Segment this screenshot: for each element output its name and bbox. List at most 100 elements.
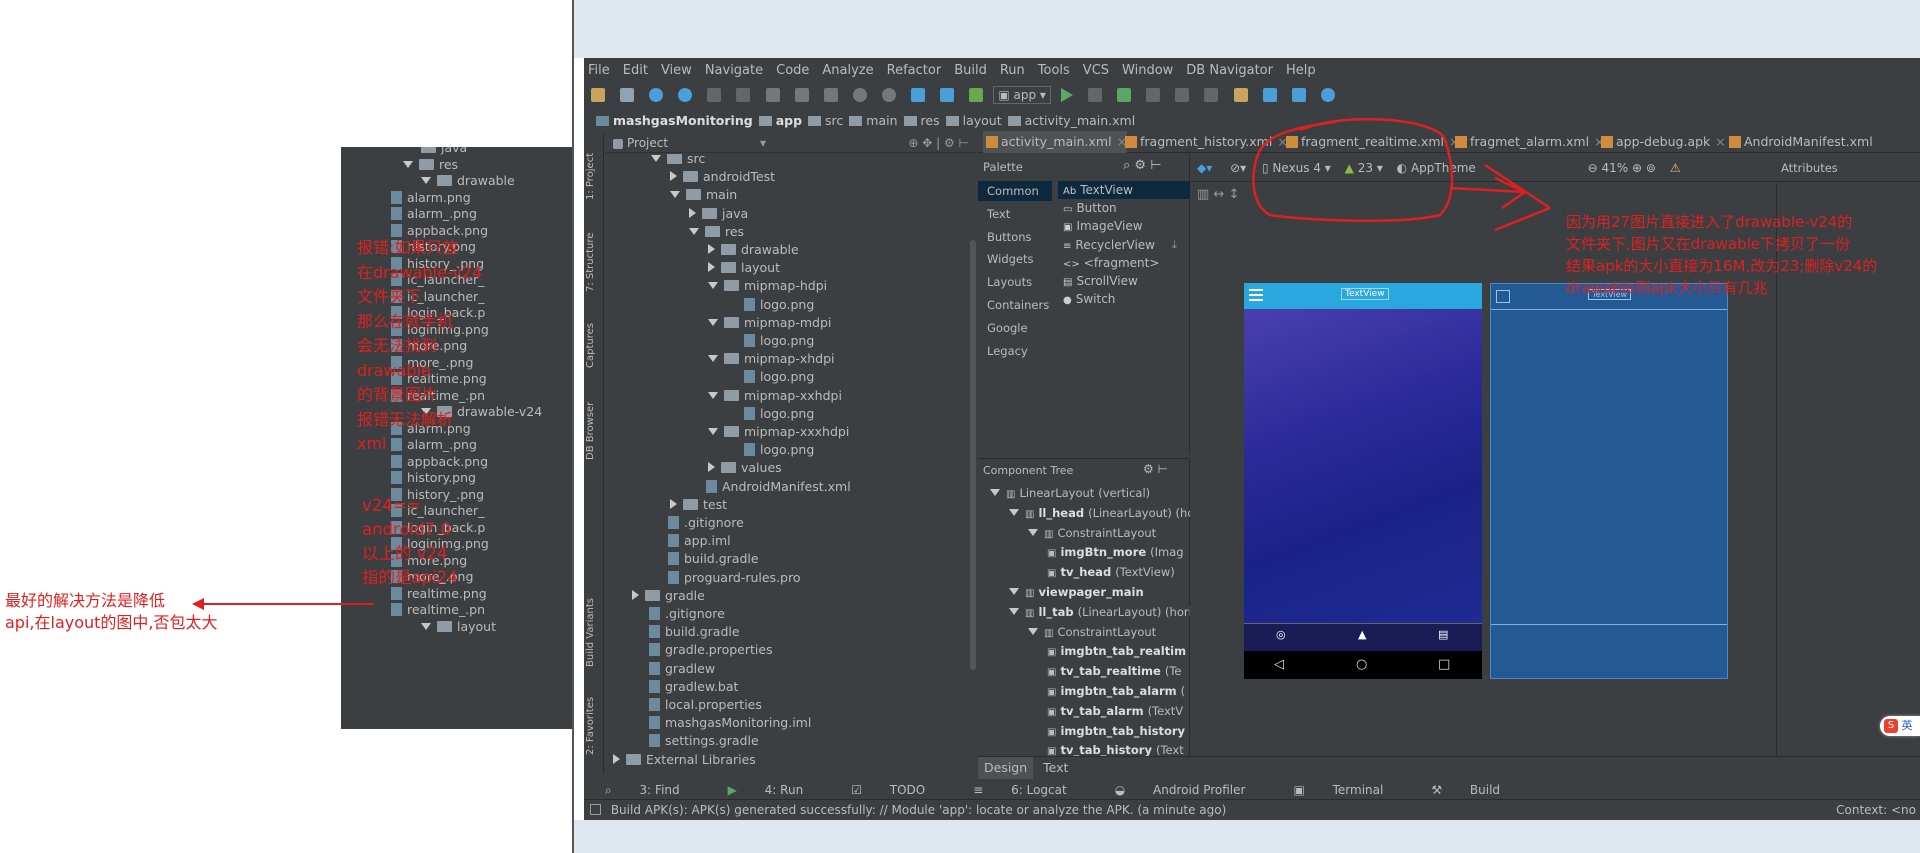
project-tree-item[interactable]: build.gradle <box>651 550 759 568</box>
collapse-arrow-icon[interactable] <box>708 244 715 254</box>
expand-arrow-icon[interactable] <box>708 428 718 435</box>
apply-changes-icon[interactable] <box>1088 87 1103 102</box>
project-tree-item[interactable]: gradle <box>632 587 705 605</box>
bottom-tool[interactable]: ☑ TODO <box>851 783 949 797</box>
component-tree-item[interactable]: ▣ tv_tab_realtime (Te <box>1047 662 1181 682</box>
project-tree-item[interactable]: layout <box>708 259 780 277</box>
palette-widget[interactable]: ≡ RecyclerView <box>1058 236 1190 254</box>
breadcrumb-item[interactable]: app <box>776 113 802 128</box>
side-tool-project[interactable]: 1: Project <box>585 140 605 200</box>
project-tree-item[interactable]: test <box>670 496 727 514</box>
menu-analyze[interactable]: Analyze <box>822 63 873 78</box>
palette-category[interactable]: Containers <box>978 295 1052 315</box>
project-scrollbar[interactable] <box>970 240 976 670</box>
undo-icon[interactable] <box>707 87 722 102</box>
copy-icon[interactable] <box>794 87 809 102</box>
bottom-tool[interactable]: ⚒ Build <box>1431 783 1524 797</box>
project-tree-item[interactable]: logo.png <box>727 405 814 423</box>
expand-arrow-icon[interactable] <box>708 318 718 326</box>
palette-download-icon[interactable]: ⤓ <box>1172 238 1177 252</box>
component-tree-item[interactable]: ▣ tv_head (TextView) <box>1047 563 1175 583</box>
project-tree-item[interactable]: mipmap-xxhdpi <box>708 387 842 405</box>
side-tool-structure[interactable]: 7: Structure <box>585 222 605 292</box>
expand-arrow-icon[interactable] <box>708 391 718 399</box>
cut-icon[interactable] <box>765 87 780 102</box>
build-hammer-icon[interactable] <box>969 87 984 102</box>
project-tree-item[interactable]: logo.png <box>727 332 814 350</box>
palette-widget[interactable]: Ab TextView <box>1058 181 1190 199</box>
palette-category[interactable]: Widgets <box>978 249 1052 269</box>
nav-home-icon[interactable]: ○ <box>1356 651 1367 679</box>
collapse-arrow-icon[interactable] <box>670 171 677 182</box>
expand-arrow-icon[interactable] <box>421 622 431 630</box>
project-tree-item[interactable]: app.iml <box>651 532 731 550</box>
tab-alarm-icon[interactable]: ▲ <box>1358 628 1366 641</box>
component-tree-item[interactable]: ▥ ConstraintLayout <box>1028 623 1156 643</box>
project-view-dropdown[interactable]: ▾ <box>760 133 766 153</box>
project-tree-item[interactable]: local.properties <box>632 696 762 714</box>
project-pane-settings-icon[interactable]: ⊕ ✥ | ⚙ ⊢ <box>908 133 969 153</box>
project-tree-item[interactable]: mipmap-xhdpi <box>708 350 835 368</box>
project-tree-item[interactable]: drawable <box>708 241 799 259</box>
left-tree-item[interactable]: alarm_.png <box>391 205 477 223</box>
redo-icon[interactable] <box>736 87 751 102</box>
status-toggle-icon[interactable] <box>590 804 601 815</box>
expand-arrow-icon[interactable] <box>990 489 1000 496</box>
project-tree-item[interactable]: main <box>670 186 737 204</box>
side-tool-favorites[interactable]: 2: Favorites <box>585 695 605 755</box>
project-tree-item[interactable]: logo.png <box>727 368 814 386</box>
palette-widget[interactable]: ● Switch <box>1058 290 1190 308</box>
profile-icon[interactable] <box>1146 87 1161 102</box>
refresh-icon[interactable] <box>678 87 693 102</box>
editor-tab[interactable]: AndroidManifest.xml <box>1726 131 1873 153</box>
left-tree-item[interactable]: realtime_.pn <box>391 601 485 619</box>
project-tree-item[interactable]: .gitignore <box>632 605 725 623</box>
expand-arrow-icon[interactable] <box>708 355 718 363</box>
breadcrumb-item[interactable]: main <box>866 113 897 128</box>
project-tree-item[interactable]: java <box>689 205 748 223</box>
ime-badge[interactable]: S 英 <box>1880 716 1920 736</box>
project-tree-item[interactable]: mipmap-hdpi <box>708 277 827 295</box>
menu-vcs[interactable]: VCS <box>1083 63 1109 78</box>
expand-arrow-icon[interactable] <box>1009 607 1019 615</box>
palette-category[interactable]: Layouts <box>978 272 1052 292</box>
run-icon[interactable] <box>1061 87 1073 102</box>
editor-tab[interactable]: activity_main.xml × <box>983 131 1128 153</box>
component-tree-item[interactable]: ▣ imgbtn_tab_alarm( <box>1047 682 1185 702</box>
debug-icon[interactable] <box>1117 87 1132 102</box>
menu-help[interactable]: Help <box>1286 63 1316 78</box>
project-tree-item[interactable]: mashgasMonitoring.iml <box>632 714 811 732</box>
project-tree-item[interactable]: mipmap-mdpi <box>708 314 831 332</box>
menu-build[interactable]: Build <box>954 63 987 78</box>
expand-arrow-icon[interactable] <box>421 177 431 184</box>
side-tool-build-variants[interactable]: Build Variants <box>585 592 605 667</box>
left-tree-item[interactable]: alarm.png <box>391 189 471 207</box>
menu-navigate[interactable]: Navigate <box>705 63 763 78</box>
component-tree-item[interactable]: ▣ imgbtn_tab_realtim <box>1047 642 1186 662</box>
project-tree-item[interactable]: gradlew.bat <box>632 678 738 696</box>
bottom-tool[interactable]: ▶ 4: Run <box>728 783 828 797</box>
menu-view[interactable]: View <box>661 63 692 78</box>
breadcrumb-item[interactable]: activity_main.xml <box>1025 113 1136 128</box>
collapse-arrow-icon[interactable] <box>632 589 639 600</box>
bottom-tool[interactable]: ◒ Android Profiler <box>1115 783 1270 797</box>
menu-refactor[interactable]: Refactor <box>887 63 942 78</box>
tab-design[interactable]: Design <box>978 757 1034 779</box>
bottom-tool[interactable]: ⌕ 3: Find <box>605 783 704 797</box>
component-tree-item[interactable]: ▥ viewpager_main <box>1009 583 1144 603</box>
status-message[interactable]: Build APK(s): APK(s) generated successfu… <box>611 803 1226 817</box>
editor-tab[interactable]: app-debug.apk × <box>1598 131 1726 153</box>
find-icon[interactable] <box>852 87 867 102</box>
open-icon[interactable] <box>591 87 605 102</box>
attributes-label[interactable]: Attributes <box>1781 161 1838 175</box>
sdk-manager-icon[interactable] <box>1262 87 1277 102</box>
collapse-arrow-icon[interactable] <box>689 207 696 218</box>
palette-widget[interactable]: ▤ ScrollView <box>1058 272 1190 290</box>
menu-run[interactable]: Run <box>1000 63 1025 78</box>
tab-text[interactable]: Text <box>1037 757 1074 779</box>
expand-arrow-icon[interactable] <box>670 191 680 199</box>
menu-file[interactable]: File <box>588 63 610 78</box>
palette-search-icon[interactable]: ⌕ ⚙ ⊢ <box>1123 158 1162 173</box>
left-tree-item[interactable]: layout <box>421 618 496 636</box>
project-tree-item[interactable]: AndroidManifest.xml <box>689 478 851 496</box>
